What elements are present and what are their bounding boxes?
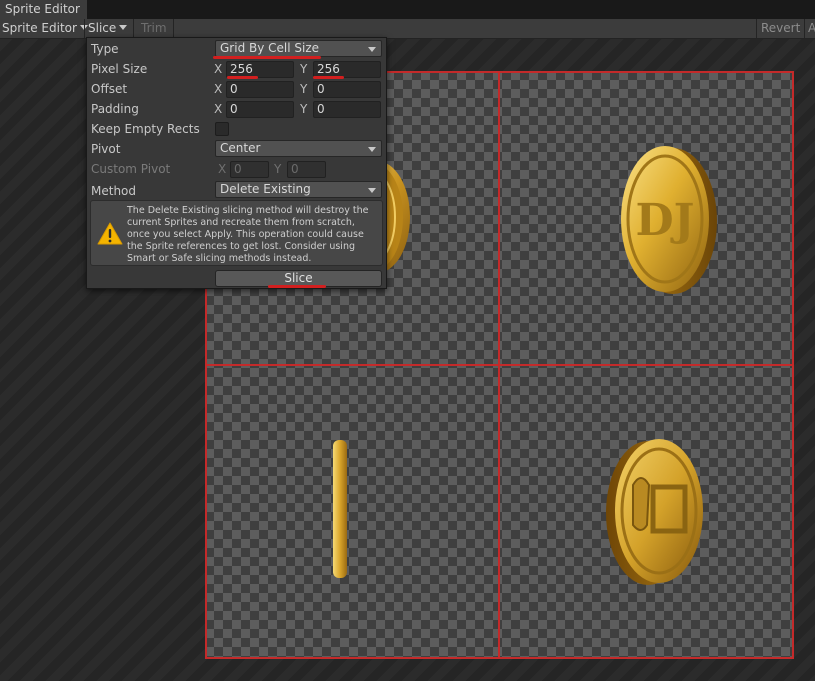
keep-empty-rects-checkbox[interactable] <box>215 122 229 136</box>
revert-button[interactable]: Revert <box>761 19 800 38</box>
type-dropdown[interactable]: Grid By Cell Size <box>215 40 382 57</box>
pivot-dropdown[interactable]: Center <box>215 140 382 157</box>
warning-icon <box>97 222 123 245</box>
custom-pivot-y-axis: Y <box>274 162 282 176</box>
mode-dropdown[interactable]: Sprite Editor <box>2 19 88 38</box>
custom-pivot-y-field: 0 <box>287 161 326 178</box>
toolbar-divider <box>804 19 805 38</box>
padding-x-field[interactable]: 0 <box>226 101 294 118</box>
toolbar-divider <box>84 19 85 38</box>
chevron-down-icon <box>119 25 128 30</box>
offset-x-field[interactable]: 0 <box>226 81 294 98</box>
sprite-editor-toolbar: Sprite Editor Slice Trim Revert A <box>0 19 815 39</box>
type-value: Grid By Cell Size <box>220 41 320 55</box>
padding-x-axis: X <box>214 102 223 116</box>
keep-empty-rects-label: Keep Empty Rects <box>91 122 200 136</box>
method-value: Delete Existing <box>220 182 311 196</box>
annotation-underline-pixel-x <box>227 76 258 79</box>
padding-y-field[interactable]: 0 <box>313 101 381 118</box>
pixel-size-x-axis: X <box>214 62 223 76</box>
toolbar-divider <box>756 19 757 38</box>
offset-y-field[interactable]: 0 <box>313 81 381 98</box>
toolbar-divider <box>173 19 174 38</box>
apply-button[interactable]: A <box>808 19 815 38</box>
annotation-underline-slice <box>268 285 326 288</box>
offset-x-axis: X <box>214 82 223 96</box>
mode-dropdown-label: Sprite Editor <box>2 21 77 35</box>
chevron-down-icon <box>368 188 376 193</box>
custom-pivot-x-axis: X <box>218 162 227 176</box>
slice-grid-horizontal-line <box>205 364 794 366</box>
pivot-value: Center <box>220 141 261 155</box>
window-tab-bar: Sprite Editor <box>0 0 815 19</box>
padding-y-axis: Y <box>300 102 308 116</box>
offset-y-axis: Y <box>300 82 308 96</box>
custom-pivot-x-field: 0 <box>230 161 269 178</box>
warning-help-box: The Delete Existing slicing method will … <box>90 200 383 266</box>
type-label: Type <box>91 42 119 56</box>
pivot-label: Pivot <box>91 142 121 156</box>
annotation-underline-type <box>213 56 321 59</box>
warning-message: The Delete Existing slicing method will … <box>127 205 369 264</box>
trim-button[interactable]: Trim <box>141 19 167 38</box>
custom-pivot-label: Custom Pivot <box>91 162 171 176</box>
slice-menu-button[interactable]: Slice <box>88 19 128 38</box>
pixel-size-label: Pixel Size <box>91 62 148 76</box>
offset-label: Offset <box>91 82 128 96</box>
slice-settings-panel: Type Grid By Cell Size Pixel Size X 256 … <box>86 37 387 289</box>
method-label: Method <box>91 184 137 198</box>
method-dropdown[interactable]: Delete Existing <box>215 181 382 198</box>
pixel-size-y-axis: Y <box>300 62 308 76</box>
slice-menu-label: Slice <box>88 21 117 35</box>
chevron-down-icon <box>368 47 376 52</box>
toolbar-divider <box>133 19 134 38</box>
chevron-down-icon <box>368 147 376 152</box>
annotation-underline-pixel-y <box>313 76 344 79</box>
padding-label: Padding <box>91 102 139 116</box>
sprite-editor-window-tab[interactable]: Sprite Editor <box>0 0 87 19</box>
